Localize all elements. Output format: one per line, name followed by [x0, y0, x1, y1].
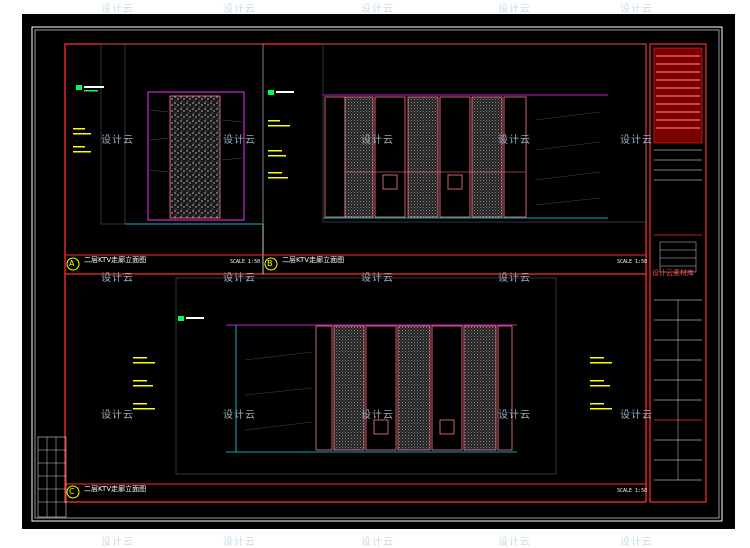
panel-b-marker: B [267, 259, 273, 268]
panel-c-scale: SCALE 1:50 [617, 488, 648, 494]
cad-drawing-viewer: 设计云 设计云 设计云 设计云 设计云 设计云 设计云 设计云 设计云 设计云 [0, 0, 750, 548]
panel-a-title: 二层KTV走廊立面图 [84, 256, 147, 264]
watermark: 设计云 [498, 273, 531, 284]
watermark: 设计云 [620, 410, 653, 421]
watermark: 设计云 [101, 273, 134, 284]
watermark: 设计云 [101, 410, 134, 421]
watermark: 设计云 [498, 135, 531, 146]
watermark: 设计云 [223, 135, 256, 146]
panel-a-marker: A [69, 259, 75, 268]
watermark: 设计云 [223, 273, 256, 284]
watermark: 设计云 [620, 135, 653, 146]
watermark: 设计云 [498, 410, 531, 421]
watermark: 设计云 [361, 135, 394, 146]
panel-a-scale: SCALE 1:50 [230, 259, 261, 265]
panel-b-title: 二层KTV走廊立面图 [282, 256, 345, 264]
title-block-stamp: 设计云素材库 [652, 269, 694, 277]
watermark: 设计云 [361, 273, 394, 284]
watermark: 设计云 [223, 410, 256, 421]
watermark: 设计云 [101, 135, 134, 146]
panel-c-title: 二层KTV走廊立面图 [84, 485, 147, 493]
panel-c-marker: C [69, 487, 75, 496]
panel-b-scale: SCALE 1:50 [617, 259, 648, 265]
watermark: 设计云 [361, 410, 394, 421]
